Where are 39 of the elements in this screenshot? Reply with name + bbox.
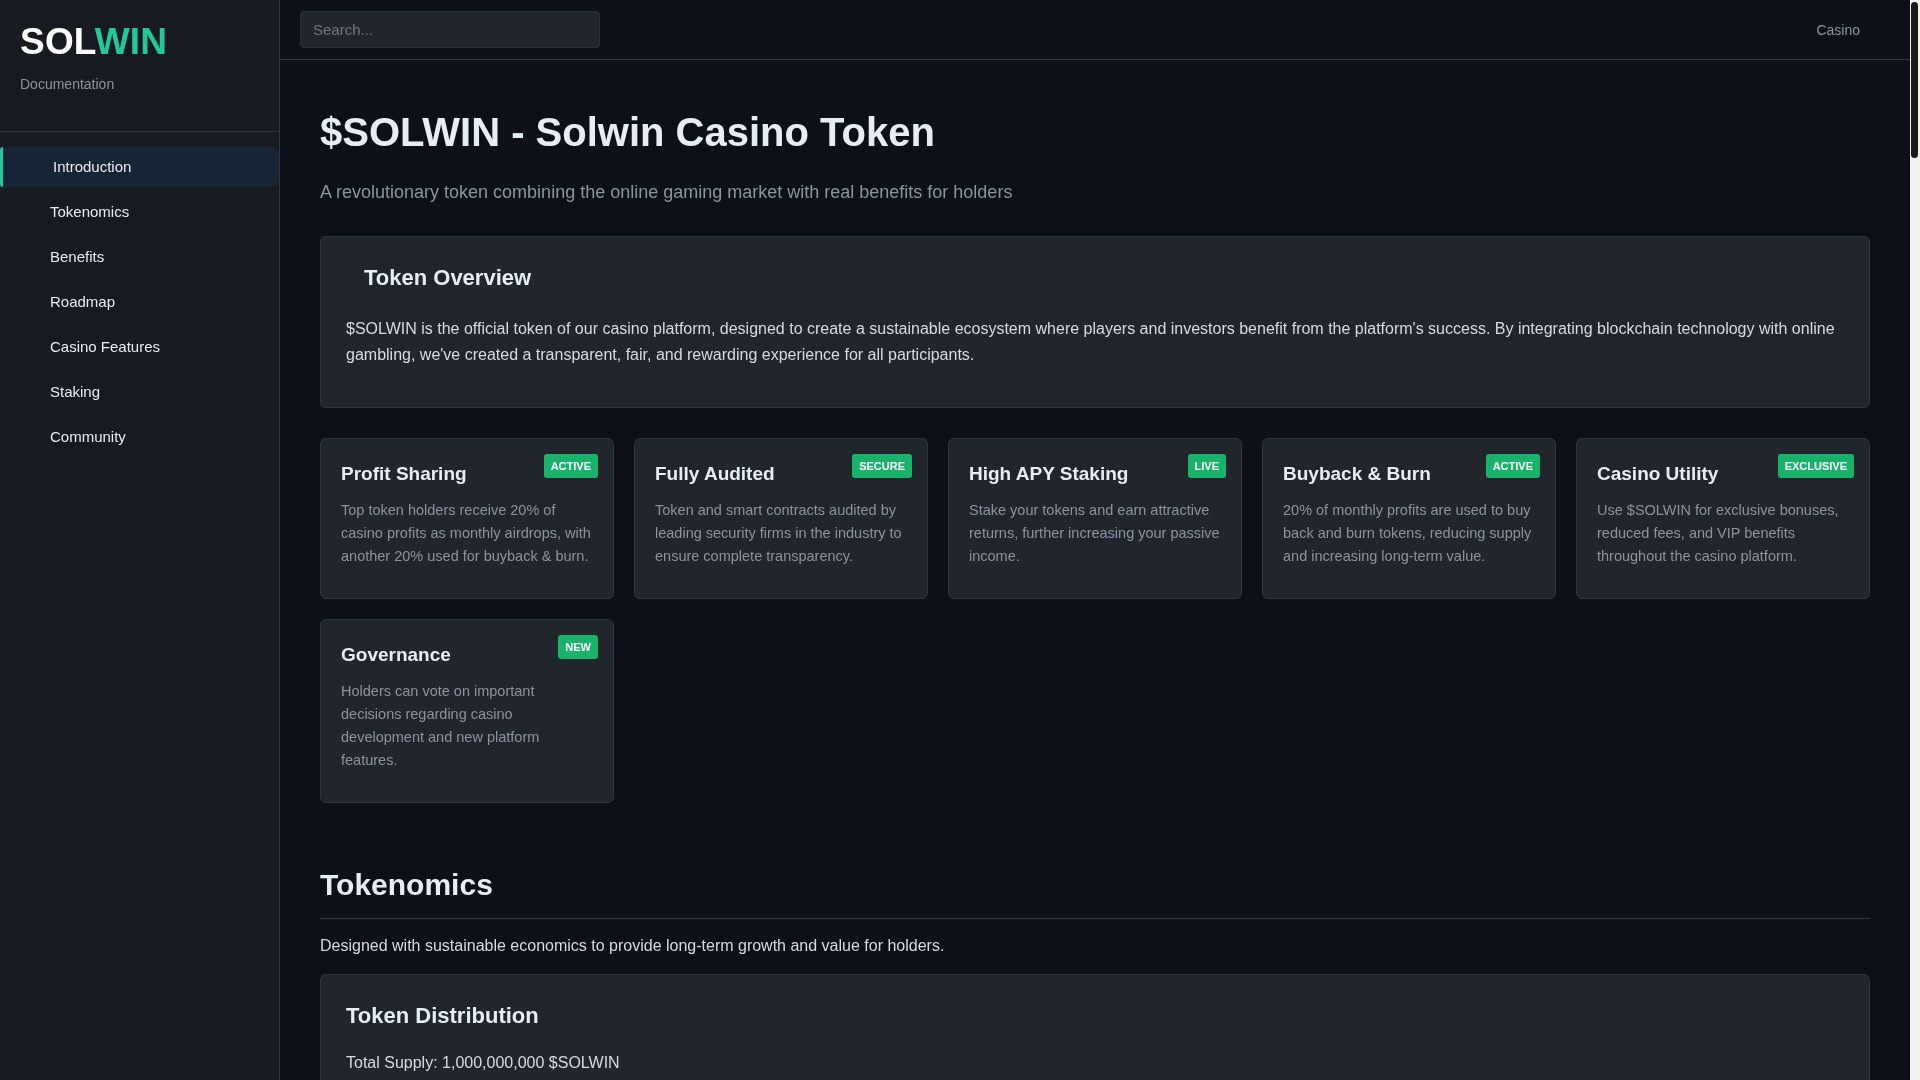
nav-link[interactable]: Casino	[1816, 20, 1860, 39]
nav-item[interactable]: Community	[0, 417, 279, 457]
feature-title: Governance	[341, 643, 451, 667]
feature-title: Fully Audited	[655, 462, 775, 486]
scrollbar-thumb[interactable]	[1911, 2, 1918, 158]
supply-text: Total Supply: 1,000,000,000 $SOLWIN	[346, 1053, 620, 1073]
page-subtitle: A revolutionary token combining the online gaming market with real benefits for holders	[320, 181, 1013, 204]
feature-description: Holders can vote on important decisions regarding casino development and new platform features.	[341, 682, 541, 770]
feature-description: Stake your tokens and earn attractive returns, further increasing your passive income.	[969, 501, 1221, 566]
feature-title: Casino Utility	[1597, 462, 1719, 486]
page-title: $SOLWIN - Solwin Casino Token	[320, 109, 935, 155]
feature-description: Top token holders receive 20% of casino profits as monthly airdrops, with another 20% used for buyback & burn.	[341, 501, 592, 566]
nav-item[interactable]: Roadmap	[0, 282, 279, 322]
status-badge: ACTIVE	[1485, 454, 1540, 478]
search-field[interactable]: Search...	[300, 11, 600, 48]
feature-title: Profit Sharing	[341, 462, 467, 486]
feature-description: 20% of monthly profits are used to buy back and burn tokens, reducing supply and increasing long-term value.	[1283, 501, 1533, 566]
section-lead: Designed with sustainable economics to provide long-term growth and value for holders.	[320, 936, 945, 956]
feature-title: High APY Staking	[969, 462, 1129, 486]
feature-description: Token and smart contracts audited by leading security firms in the industry to ensure complete transparency.	[655, 501, 903, 566]
logo: SOLWIN	[20, 22, 168, 62]
scrollbar[interactable]	[1910, 0, 1920, 1080]
card-title: Token Distribution	[346, 1002, 539, 1030]
status-badge: SECURE	[852, 454, 912, 478]
status-badge: ACTIVE	[543, 454, 598, 478]
status-badge: NEW	[558, 635, 598, 659]
card-title: Token Overview	[363, 264, 532, 292]
status-badge: LIVE	[1187, 454, 1226, 478]
card-text: $SOLWIN is the official token of our casino platform, designed to create a sustainable ecosystem where players and investors benefit from the platform's success. By integrating blockchain technology with online gambling, we've created a transparent, fair, and rewarding experience for all participants.	[346, 319, 1836, 365]
nav-item[interactable]: Benefits	[0, 237, 279, 277]
feature-description: Use $SOLWIN for exclusive bonuses, reduced fees, and VIP benefits throughout the casino platform.	[1597, 501, 1840, 566]
section-title: Tokenomics	[320, 867, 1870, 919]
status-badge: EXCLUSIVE	[1777, 454, 1854, 478]
nav-item[interactable]: Tokenomics	[0, 192, 279, 232]
sidebar-subtitle: Documentation	[20, 75, 115, 93]
nav-item[interactable]: Casino Features	[0, 327, 279, 367]
nav-item[interactable]: Staking	[0, 372, 279, 412]
nav-item[interactable]: Introduction	[0, 147, 279, 187]
feature-title: Buyback & Burn	[1283, 462, 1431, 486]
